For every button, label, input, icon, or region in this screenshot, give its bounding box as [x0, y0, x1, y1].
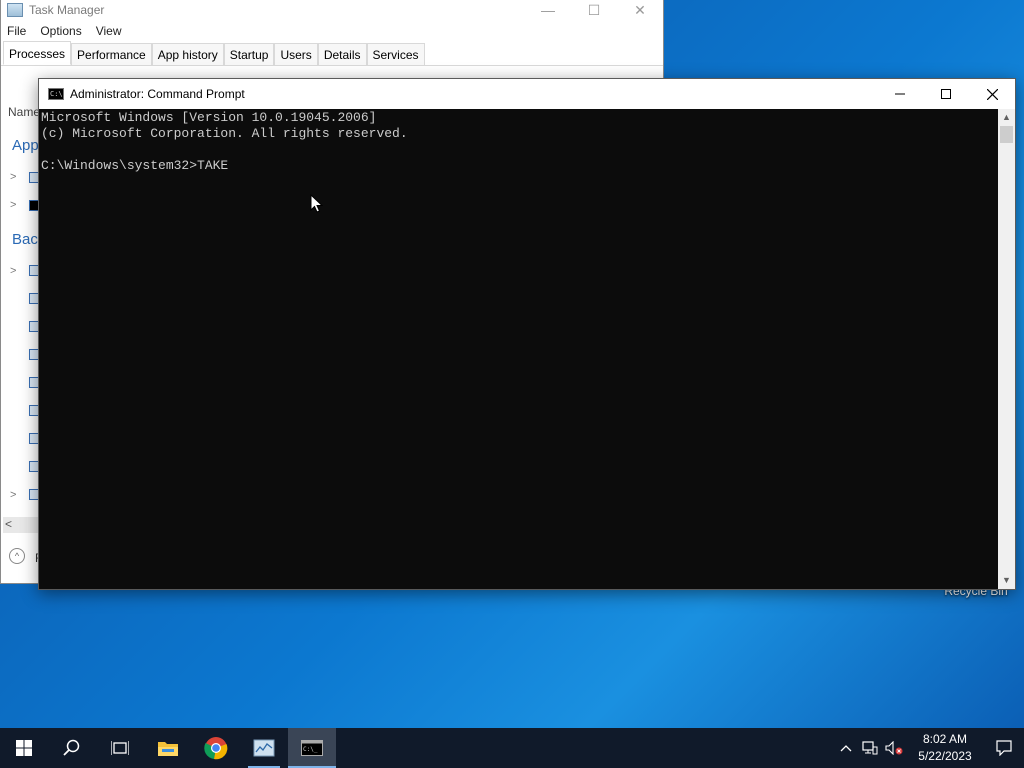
chevron-up-icon	[840, 745, 852, 752]
task-manager-icon	[7, 3, 23, 17]
vertical-scrollbar[interactable]: ▲ ▼	[998, 109, 1015, 589]
command-prompt-icon: C:\_	[301, 740, 323, 756]
scroll-down-icon[interactable]: ▼	[998, 572, 1015, 589]
expand-arrow-icon[interactable]: >	[10, 171, 16, 183]
scroll-left-icon[interactable]: <	[5, 517, 12, 531]
console-line: (c) Microsoft Corporation. All rights re…	[41, 126, 408, 141]
clock[interactable]: 8:02 AM 5/22/2023	[906, 731, 984, 765]
svg-text:C:\_: C:\_	[303, 746, 318, 753]
action-center-button[interactable]	[984, 728, 1024, 768]
menu-file[interactable]: File	[7, 24, 26, 38]
taskbar: C:\_ 8:02 AM 5/22/2023	[0, 728, 1024, 768]
scroll-up-icon[interactable]: ▲	[998, 109, 1015, 126]
network-icon	[862, 741, 878, 755]
file-explorer-button[interactable]	[144, 728, 192, 768]
console-output[interactable]: Microsoft Windows [Version 10.0.19045.20…	[39, 109, 999, 589]
minimize-icon	[895, 93, 905, 95]
task-view-button[interactable]	[96, 728, 144, 768]
command-prompt-icon: C:\	[48, 88, 64, 100]
fewer-details-icon[interactable]: ^	[9, 548, 25, 564]
minimize-button[interactable]	[877, 79, 923, 109]
expand-arrow-icon[interactable]: >	[10, 265, 16, 277]
minimize-button[interactable]: —	[525, 0, 571, 21]
task-manager-titlebar[interactable]: Task Manager — ☐ ✕	[1, 0, 663, 21]
close-icon	[986, 88, 998, 100]
task-view-icon	[111, 741, 129, 755]
menu-view[interactable]: View	[96, 24, 122, 38]
show-hidden-icons-button[interactable]	[834, 728, 858, 768]
menu-bar: File Options View	[1, 21, 663, 41]
tab-services[interactable]: Services	[366, 43, 425, 65]
task-manager-title: Task Manager	[29, 3, 105, 17]
tab-bar: Processes Performance App history Startu…	[1, 41, 663, 66]
command-prompt-title: Administrator: Command Prompt	[70, 87, 245, 101]
command-prompt-titlebar[interactable]: C:\ Administrator: Command Prompt	[39, 79, 1015, 109]
tab-startup[interactable]: Startup	[223, 43, 275, 65]
scroll-thumb[interactable]	[1000, 126, 1013, 143]
close-button[interactable]: ✕	[617, 0, 663, 21]
tab-performance[interactable]: Performance	[71, 43, 152, 65]
chrome-icon	[204, 737, 228, 760]
notification-icon	[996, 740, 1012, 756]
clock-time: 8:02 AM	[922, 732, 968, 746]
expand-arrow-icon[interactable]: >	[10, 199, 16, 211]
file-explorer-icon	[158, 742, 178, 756]
console-prompt-line: C:\Windows\system32>TAKE	[41, 158, 229, 173]
command-prompt-taskbar-button[interactable]: C:\_	[288, 728, 336, 768]
horizontal-scrollbar[interactable]: <	[3, 517, 39, 533]
volume-button[interactable]	[882, 728, 906, 768]
volume-muted-icon	[885, 741, 903, 755]
chrome-button[interactable]	[192, 728, 240, 768]
tab-processes[interactable]: Processes	[3, 41, 72, 65]
group-apps-heading: App	[12, 137, 39, 154]
network-button[interactable]	[858, 728, 882, 768]
start-button[interactable]	[0, 728, 48, 768]
maximize-button[interactable]	[923, 79, 969, 109]
task-manager-taskbar-button[interactable]	[240, 728, 288, 768]
maximize-icon	[941, 89, 951, 99]
command-prompt-window[interactable]: C:\ Administrator: Command Prompt Micros…	[38, 78, 1016, 590]
system-tray: 8:02 AM 5/22/2023	[834, 728, 1024, 768]
task-manager-icon	[253, 739, 275, 757]
clock-date: 5/22/2023	[918, 749, 972, 763]
maximize-button[interactable]: ☐	[571, 0, 617, 21]
start-icon	[16, 740, 32, 756]
close-button[interactable]	[969, 79, 1015, 109]
mouse-cursor-icon	[310, 194, 324, 213]
column-header-name[interactable]: Name	[8, 105, 40, 119]
console-line: Microsoft Windows [Version 10.0.19045.20…	[41, 110, 377, 125]
search-icon	[63, 739, 80, 756]
tab-users[interactable]: Users	[274, 43, 318, 65]
tab-details[interactable]: Details	[317, 43, 367, 65]
console-line: ​	[41, 142, 999, 158]
search-button[interactable]	[48, 728, 96, 768]
tab-app-history[interactable]: App history	[151, 43, 224, 65]
menu-options[interactable]: Options	[40, 24, 81, 38]
expand-arrow-icon[interactable]: >	[10, 489, 16, 501]
